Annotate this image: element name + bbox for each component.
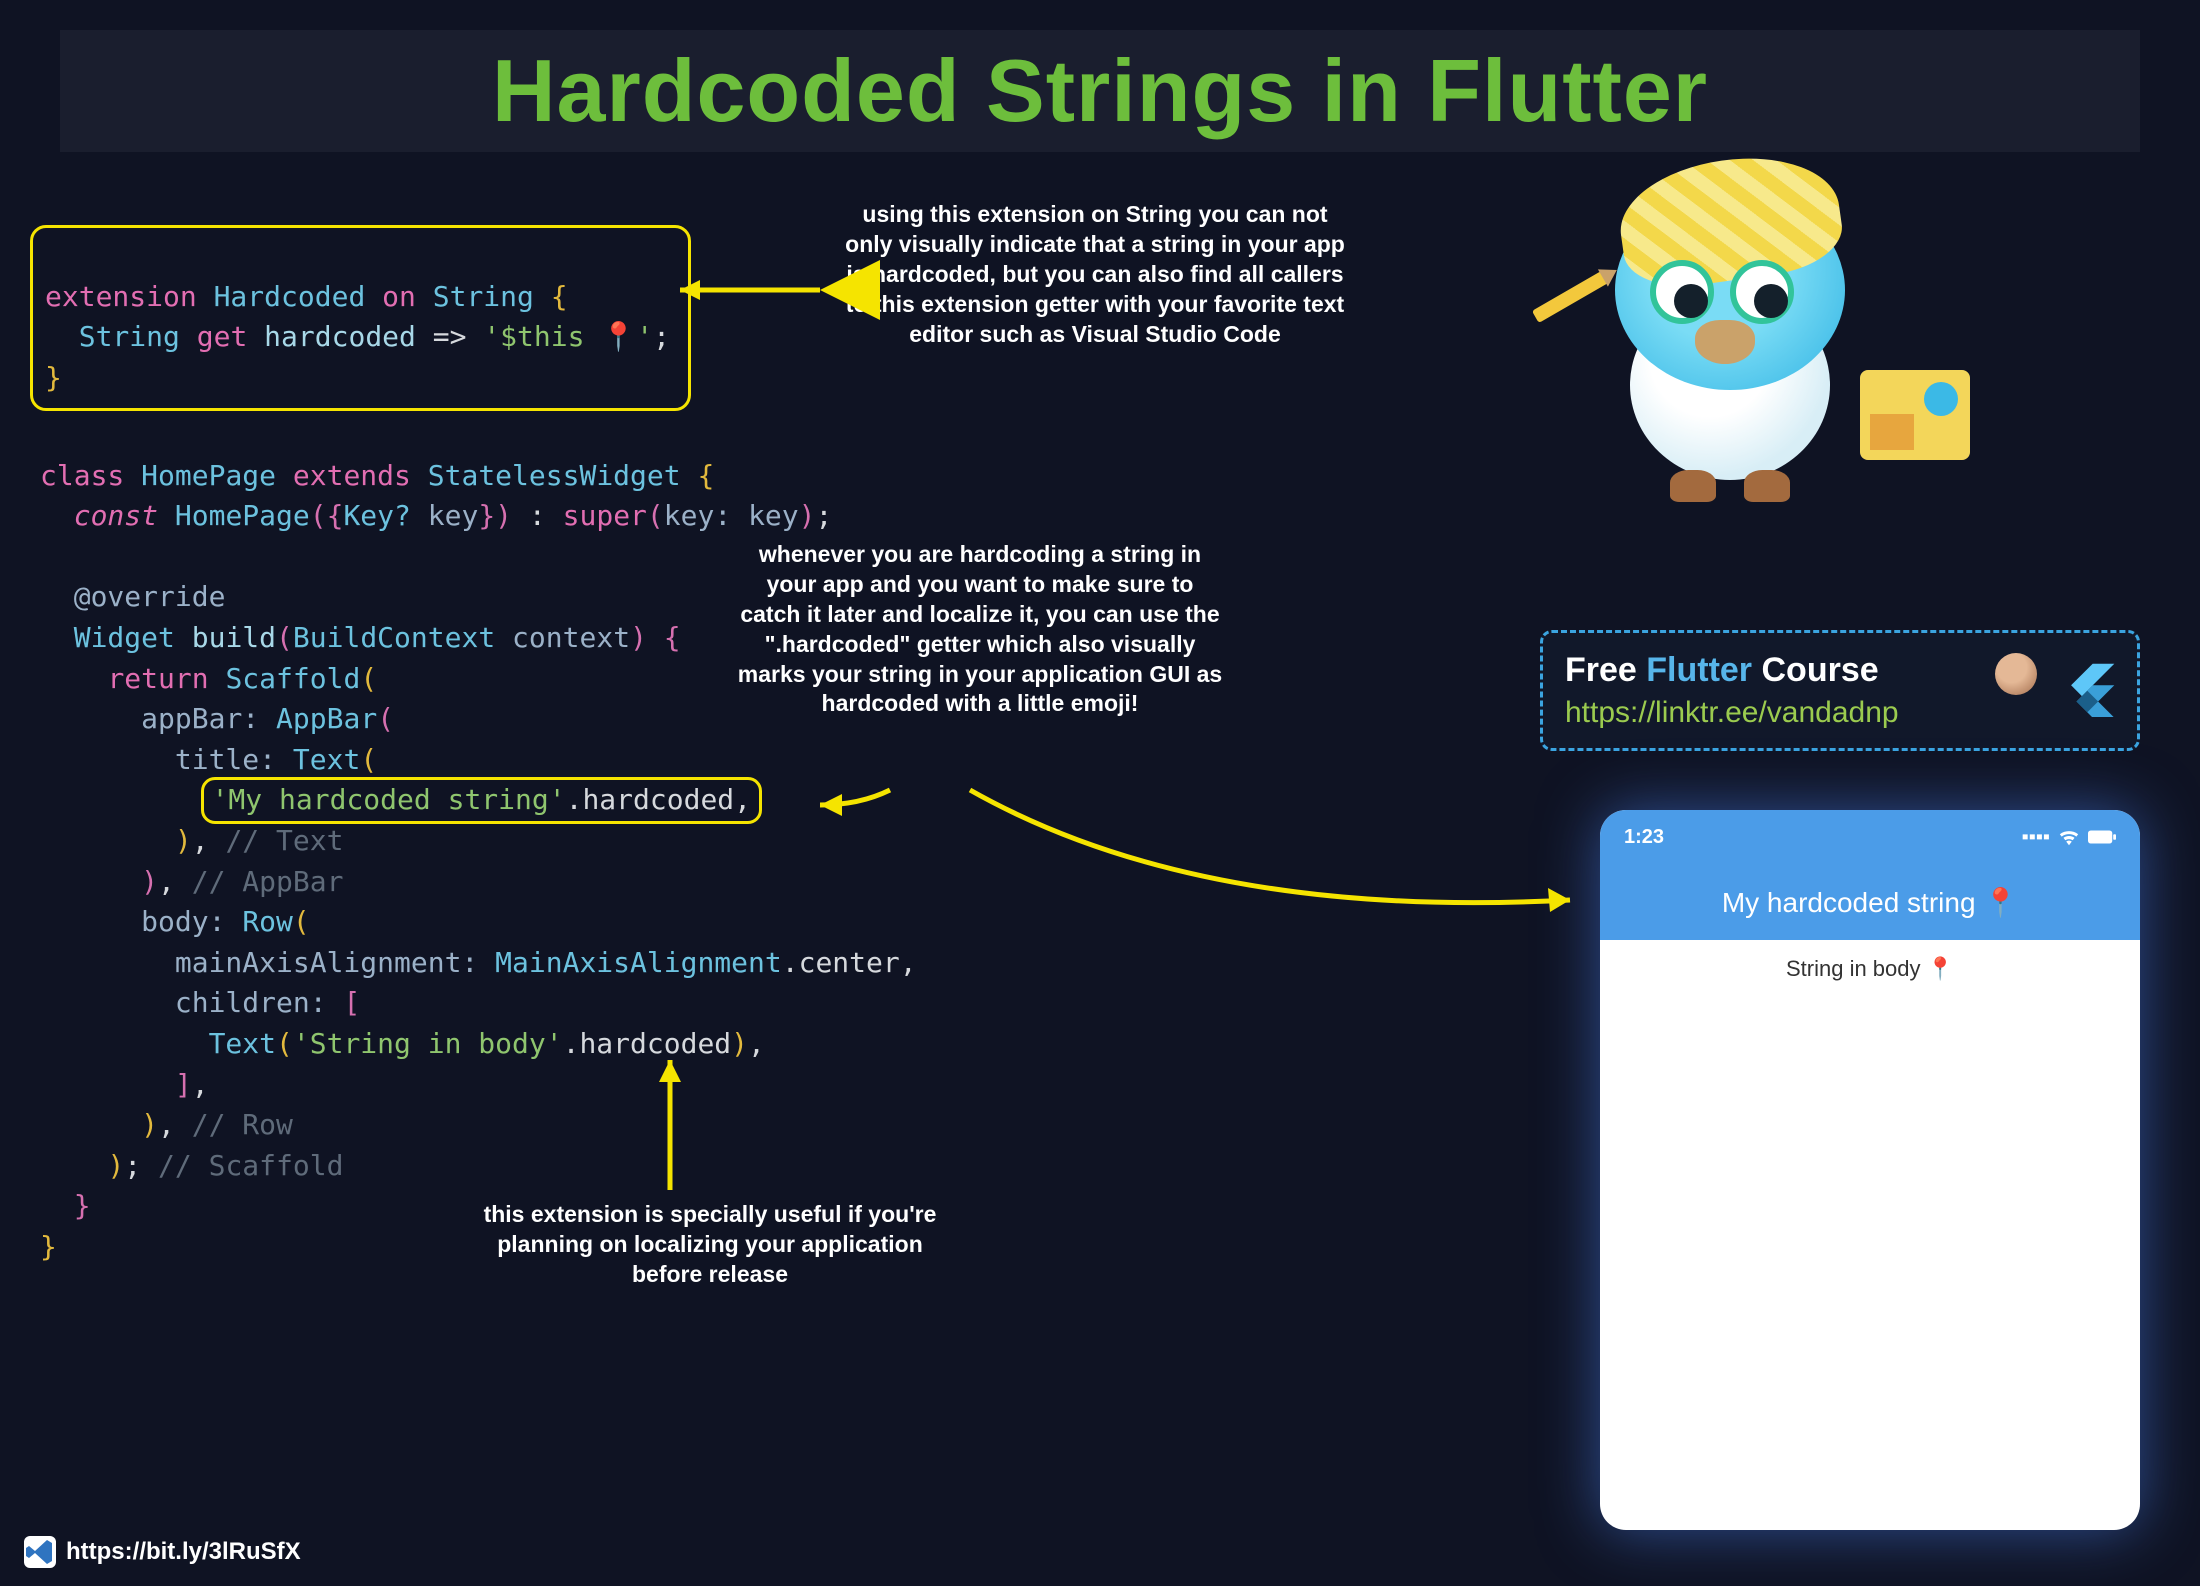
footer-link[interactable]: https://bit.ly/3lRuSfX (24, 1536, 301, 1568)
page-title: Hardcoded Strings in Flutter (60, 40, 2140, 142)
flutter-logo-icon (2063, 659, 2117, 717)
phone-body-text: String in body 📍 (1786, 956, 1954, 981)
footer-url: https://bit.ly/3lRuSfX (66, 1538, 301, 1566)
ctor: HomePage (175, 499, 310, 532)
kw-extension: extension (45, 280, 197, 313)
phone-status-bar: 1:23 ▪▪▪▪ (1600, 810, 2140, 864)
comment-text: // Text (225, 824, 343, 857)
phone-appbar: My hardcoded string 📍 (1600, 864, 2140, 940)
ext-target-type: String (433, 280, 534, 313)
battery-icon (2088, 830, 2116, 844)
highlighted-hardcoded-line: 'My hardcoded string'.hardcoded, (201, 777, 762, 824)
appbar: AppBar (276, 702, 377, 735)
text-widget-1: Text (293, 743, 360, 776)
course-word-flutter: Flutter (1646, 651, 1752, 689)
pencil-icon (1532, 271, 1608, 323)
ret-type: String (79, 320, 180, 353)
extension-code-block: extension Hardcoded on String { String g… (30, 225, 691, 411)
author-avatar (1995, 653, 2037, 695)
class-name: HomePage (141, 459, 276, 492)
key-type: Key? (343, 499, 410, 532)
getter-name: hardcoded (264, 320, 416, 353)
maa-key: mainAxisAlignment: (175, 946, 478, 979)
kw-class: class (40, 459, 124, 492)
body-key: body: (141, 905, 225, 938)
hardcoded-getter-call-1: .hardcoded (566, 783, 735, 816)
course-word-free: Free (1565, 651, 1646, 689)
comment-row: // Row (192, 1108, 293, 1141)
arrow: => (433, 320, 467, 353)
status-icons: ▪▪▪▪ (2022, 826, 2116, 849)
ctx-param: context (512, 621, 630, 654)
text-widget-2: Text (209, 1027, 276, 1060)
cellular-icon: ▪▪▪▪ (2022, 826, 2050, 849)
course-word-course: Course (1752, 651, 1879, 689)
maa-type: MainAxisAlignment (495, 946, 782, 979)
hardcoded-string-literal: 'My hardcoded string' (212, 783, 566, 816)
comment-appbar: // AppBar (192, 865, 344, 898)
phone-appbar-title: My hardcoded string 📍 (1722, 886, 2018, 919)
override-annotation: @override (74, 580, 226, 613)
semi: ; (653, 320, 670, 353)
title-banner: Hardcoded Strings in Flutter (60, 30, 2140, 152)
key-name: key (428, 499, 479, 532)
phone-time: 1:23 (1624, 826, 1664, 849)
phone-body-area: String in body 📍 (1600, 940, 2140, 982)
wifi-icon (2058, 828, 2080, 846)
scaffold: Scaffold (225, 662, 360, 695)
clipboard-icon (1860, 370, 1970, 460)
mascot-owl-illustration (1560, 170, 1920, 530)
free-flutter-course-box[interactable]: Free Flutter Course https://linktr.ee/va… (1540, 630, 2140, 751)
title-key: title: (175, 743, 276, 776)
ret-widget: Widget (74, 621, 175, 654)
buildcontext-type: BuildContext (293, 621, 495, 654)
build-method: build (192, 621, 276, 654)
kw-return: return (107, 662, 208, 695)
annotation-hardcoded-getter: whenever you are hardcoding a string in … (735, 540, 1225, 719)
course-url[interactable]: https://linktr.ee/vandadnp (1565, 696, 2115, 730)
kw-extends: extends (293, 459, 411, 492)
superclass: StatelessWidget (428, 459, 681, 492)
kw-super: super (563, 499, 647, 532)
annotation-localization: this extension is specially useful if yo… (470, 1200, 950, 1290)
comment-scaffold: // Scaffold (158, 1149, 343, 1182)
row-widget: Row (242, 905, 293, 938)
phone-mockup: 1:23 ▪▪▪▪ My hardcoded string 📍 String i… (1600, 810, 2140, 1530)
maa-center: .center (782, 946, 900, 979)
body-string-literal: 'String in body' (293, 1027, 563, 1060)
children-key: children: (175, 986, 327, 1019)
vscode-icon (24, 1536, 56, 1568)
kw-const: const (74, 499, 158, 532)
ext-name: Hardcoded (214, 280, 366, 313)
hardcoded-getter-call-2: .hardcoded (563, 1027, 732, 1060)
annotation-extension: using this extension on String you can n… (840, 200, 1350, 349)
ext-string-literal: '$this 📍' (483, 320, 653, 353)
kw-get: get (197, 320, 248, 353)
appbar-key: appBar: (141, 702, 259, 735)
kw-on: on (382, 280, 416, 313)
